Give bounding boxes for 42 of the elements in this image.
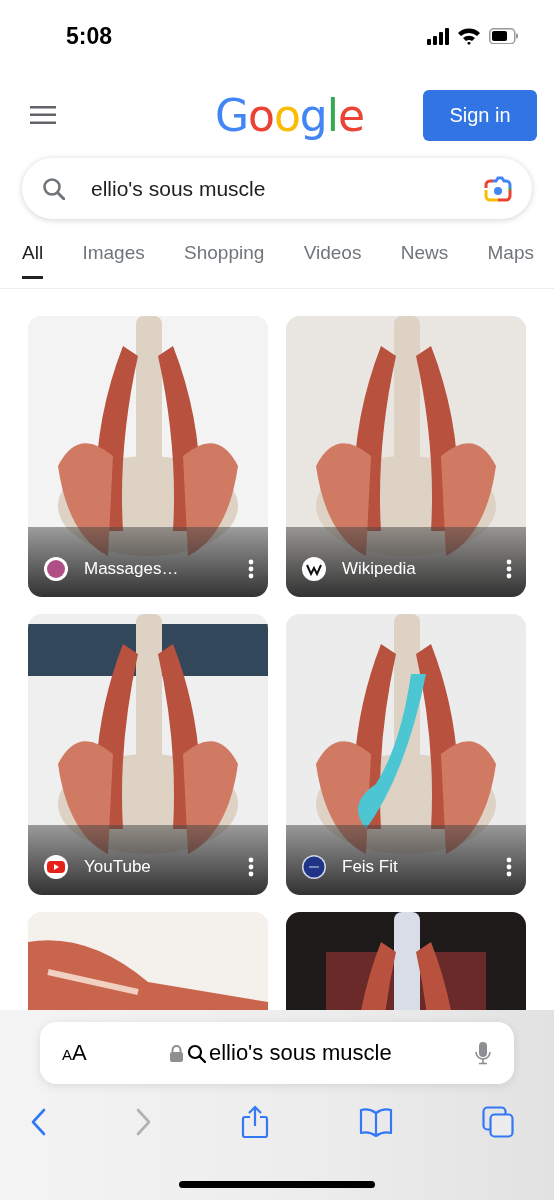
clock-time: 5:08 <box>66 22 113 50</box>
site-logo-icon <box>44 855 68 879</box>
image-result-card[interactable]: YouTube <box>28 614 268 895</box>
wifi-icon <box>457 27 481 45</box>
share-icon[interactable] <box>241 1105 269 1139</box>
address-text: ellio's sous muscle <box>209 1040 392 1066</box>
text-size-button[interactable]: AA <box>62 1040 87 1066</box>
image-result-card[interactable]: Feis Fit <box>286 614 526 895</box>
site-logo-icon <box>44 557 68 581</box>
book-icon[interactable] <box>358 1106 393 1138</box>
search-tab[interactable]: All <box>22 241 44 279</box>
battery-icon <box>489 28 518 44</box>
microphone-icon[interactable] <box>474 1041 492 1065</box>
more-icon[interactable] <box>248 857 254 877</box>
search-tab[interactable]: Images <box>82 241 145 279</box>
more-icon[interactable] <box>506 559 512 579</box>
source-name: Massages… <box>84 559 180 579</box>
search-icon <box>42 177 65 200</box>
search-tab[interactable]: Shopping <box>184 241 265 279</box>
site-logo-icon <box>302 855 326 879</box>
more-icon[interactable] <box>248 559 254 579</box>
tabs-icon[interactable] <box>482 1106 514 1138</box>
source-name: Feis Fit <box>342 857 399 877</box>
site-logo-icon <box>302 557 326 581</box>
search-field[interactable]: ellio's sous muscle <box>22 158 532 219</box>
image-result-card[interactable]: Massages… <box>28 316 268 597</box>
search-tab[interactable]: Maps <box>487 241 534 279</box>
image-result-card[interactable]: Wikipedia <box>286 316 526 597</box>
source-name: Wikipedia <box>342 559 417 579</box>
google-logo: Google <box>214 89 365 141</box>
search-icon <box>187 1043 206 1063</box>
menu-icon[interactable] <box>30 106 56 124</box>
camera-icon[interactable] <box>484 175 512 202</box>
search-tab[interactable]: Videos <box>303 241 362 279</box>
signal-icon <box>427 27 449 45</box>
address-bar[interactable]: AA ellio's sous muscle <box>40 1022 514 1084</box>
source-name: YouTube <box>84 857 152 877</box>
back-icon[interactable] <box>30 1108 46 1136</box>
more-icon[interactable] <box>506 857 512 877</box>
lock-icon <box>169 1044 184 1062</box>
sign-in-button[interactable]: Sign in <box>423 89 537 141</box>
search-tab[interactable]: News <box>400 241 449 279</box>
